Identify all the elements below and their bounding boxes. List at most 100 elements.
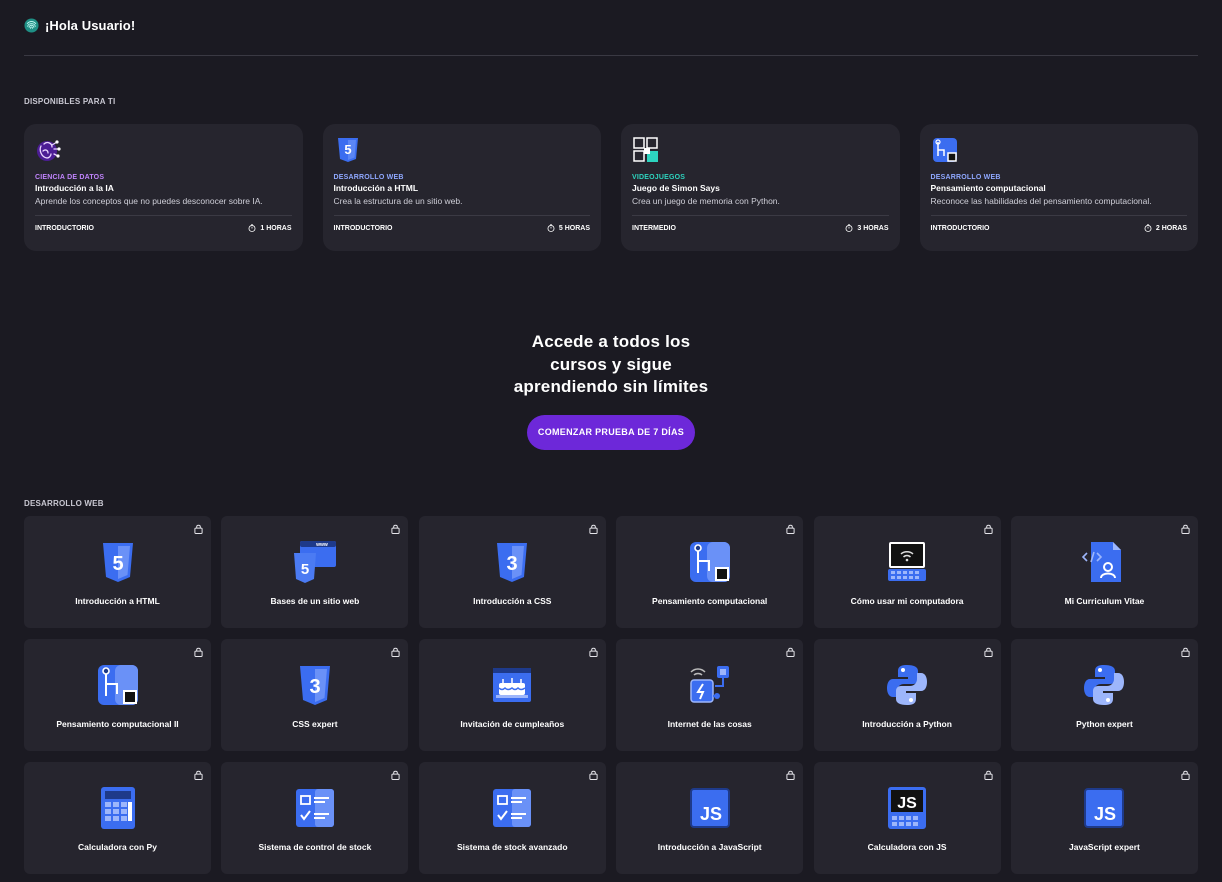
course-category: CIENCIA DE DATOS [35,174,105,181]
course-card[interactable]: 5 Introducción a HTML [24,516,211,628]
course-card[interactable]: Python expert [1010,639,1198,751]
start-trial-button[interactable]: COMENZAR PRUEBA DE 7 DÍAS [526,414,696,450]
course-duration: 5 HORAS [558,224,590,232]
section-title-available: DISPONIBLES PARA TI [24,97,116,106]
lock-icon [983,770,993,780]
cv-document-icon [1082,542,1122,582]
svg-text:JS: JS [700,804,722,824]
featured-course-card[interactable]: DESARROLLO WEB Pensamiento computacional… [919,124,1198,251]
promo-title-line: cursos y sigue [550,354,672,374]
checklist-icon [295,789,334,827]
lock-icon [1181,647,1190,657]
course-level: INTRODUCTORIO [333,224,393,232]
svg-text:JS: JS [897,795,917,812]
course-card[interactable]: Sistema de control de stock [221,762,409,874]
laptop-icon [888,542,927,581]
simon-game-icon [633,137,658,162]
course-card[interactable]: Internet de las cosas [616,639,804,751]
svg-text:3: 3 [309,676,320,698]
course-card[interactable]: 3 Introducción a CSS [418,516,606,628]
course-name: Introducción a Python [862,719,952,729]
html5-icon: 5 [102,543,133,582]
course-description: Crea la estructura de un sitio web. [333,196,463,206]
course-name: Calculadora con Py [78,842,157,852]
html5-icon: 5 [337,138,358,162]
course-duration: 3 HORAS [857,224,889,232]
course-card[interactable]: Pensamiento computacional II [24,639,211,751]
course-category: VIDEOJUEGOS [632,174,686,181]
course-name: Sistema de control de stock [258,842,372,852]
course-name: CSS expert [292,719,338,729]
lock-icon [589,770,598,780]
course-name: Python expert [1076,719,1133,729]
lock-icon [391,524,400,534]
card-footer: INTRODUCTORIO 2 HORAS [930,224,1187,232]
course-card[interactable]: Mi Curriculum Vitae [1010,516,1198,628]
stopwatch-icon [248,224,256,232]
javascript-icon: JS [1084,788,1125,828]
course-card[interactable]: Introducción a Python [813,639,1001,751]
course-name: Mi Curriculum Vitae [1064,596,1145,606]
featured-course-card[interactable]: CIENCIA DE DATOS Introducción a la IA Ap… [24,124,303,251]
promo-title-line: Accede a todos los [531,332,691,351]
card-divider [333,215,590,216]
header: ¡Hola Usuario! [24,14,135,36]
website-icon: www 5 [293,541,336,583]
lock-icon [589,647,598,657]
course-card[interactable]: Invitación de cumpleaños [418,639,606,751]
course-card[interactable]: Pensamiento computacional [616,516,804,628]
course-title: Introducción a la IA [35,183,114,193]
course-name: Cómo usar mi computadora [850,596,964,606]
course-card[interactable]: JS JavaScript expert [1010,762,1198,874]
course-title: Introducción a HTML [333,183,419,193]
course-card[interactable]: Sistema de stock avanzado [418,762,606,874]
css3-icon: 3 [497,543,528,582]
circuit-icon [689,542,730,582]
lock-icon [1181,524,1190,534]
course-level: INTRODUCTORIO [930,224,990,232]
svg-text:5: 5 [344,142,351,157]
fingerprint-icon [24,17,39,33]
course-card[interactable]: JS Introducción a JavaScript [616,762,804,874]
course-name: Internet de las cosas [667,719,752,729]
course-description: Reconoce las habilidades del pensamiento… [930,196,1152,206]
stopwatch-icon [845,224,853,232]
lock-icon [194,524,203,534]
course-duration: 1 HORAS [260,224,292,232]
circuit-icon [932,138,957,162]
course-description: Crea un juego de memoria con Python. [632,196,780,206]
featured-course-card[interactable]: VIDEOJUEGOS Juego de Simon Says Crea un … [621,124,900,251]
python-icon [1084,665,1125,705]
iot-icon [689,666,729,703]
course-description: Aprende los conceptos que no puedes desc… [35,196,263,206]
featured-course-card[interactable]: 5 DESARROLLO WEB Introducción a HTML Cre… [322,124,601,251]
svg-text:3: 3 [507,553,518,575]
promo-title: Accede a todos los cursos y sigue aprend… [461,331,761,399]
course-category: DESARROLLO WEB [333,174,404,181]
course-card[interactable]: JS Calculadora con JS [813,762,1001,874]
course-card[interactable]: Cómo usar mi computadora [813,516,1001,628]
course-name: Introducción a HTML [75,596,160,606]
course-level: INTRODUCTORIO [35,224,94,232]
card-divider [632,215,889,216]
course-card[interactable]: Calculadora con Py [24,762,211,874]
promo-title-line: aprendiendo sin límites [513,377,709,396]
featured-courses: CIENCIA DE DATOS Introducción a la IA Ap… [24,124,1198,251]
javascript-calculator-icon: JS [888,787,927,829]
greeting: ¡Hola Usuario! [45,17,136,33]
javascript-icon: JS [689,788,730,828]
card-footer: INTRODUCTORIO 5 HORAS [333,224,590,232]
svg-text:5: 5 [112,553,123,575]
course-category: DESARROLLO WEB [930,174,1001,181]
course-card[interactable]: www 5 Bases de un sitio web [221,516,409,628]
python-icon [887,665,928,705]
section-title-web-development: DESARROLLO WEB [24,499,104,508]
lock-icon [1181,770,1190,780]
lock-icon [786,770,795,780]
brain-icon [37,140,61,161]
course-name: Bases de un sitio web [270,596,360,606]
svg-text:5: 5 [301,561,309,578]
course-name: Introducción a CSS [473,596,552,606]
card-divider [930,215,1187,216]
course-card[interactable]: 3 CSS expert [221,639,409,751]
